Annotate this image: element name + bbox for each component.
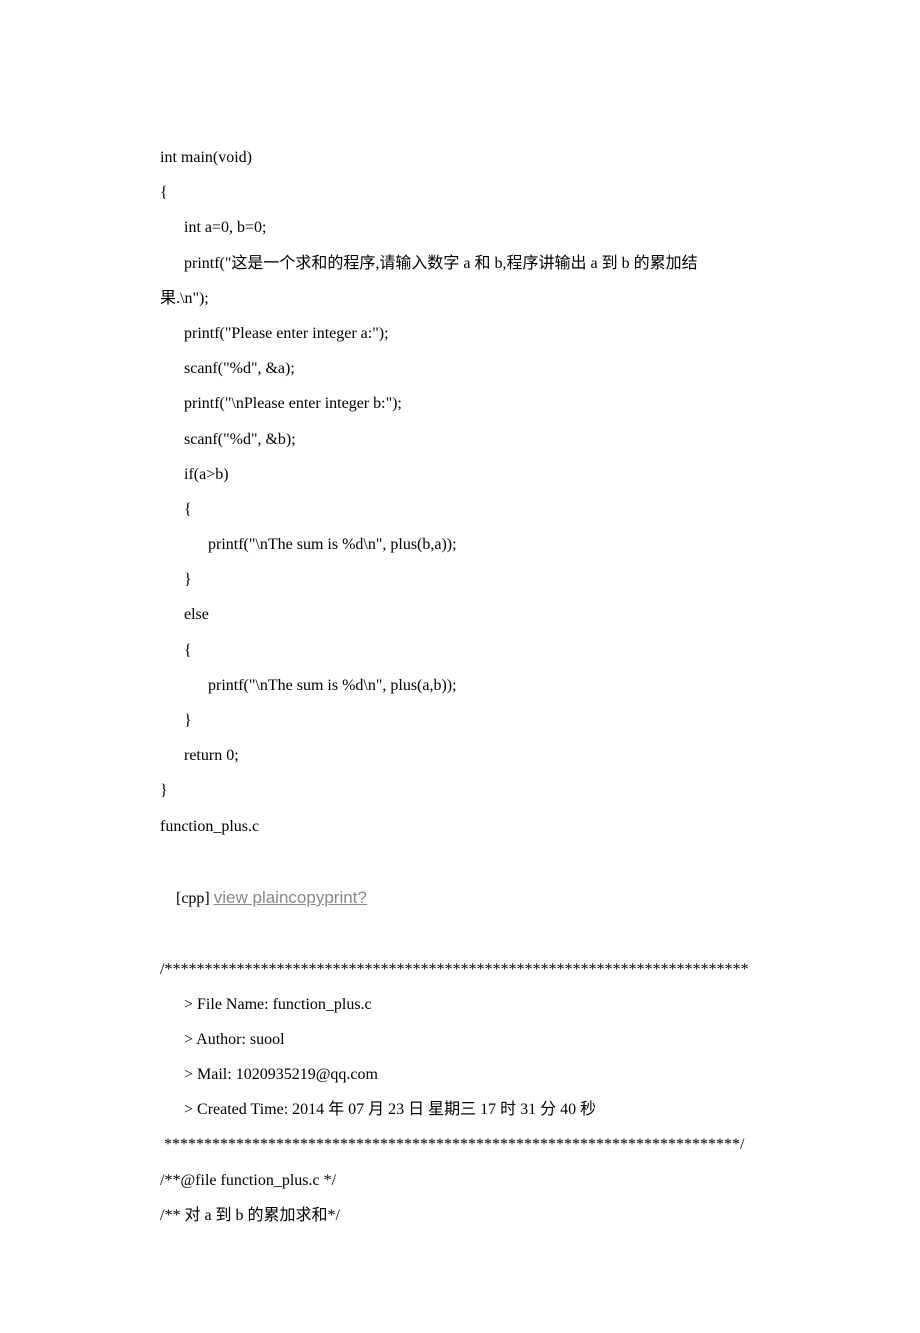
code-line: } xyxy=(160,562,760,597)
comment-file-name: > File Name: function_plus.c xyxy=(160,987,760,1022)
cpp-tag: [cpp] xyxy=(176,890,214,907)
code-line: printf("Please enter integer a:"); xyxy=(160,316,760,351)
code-line: } xyxy=(160,773,760,808)
code-line: scanf("%d", &a); xyxy=(160,351,760,386)
code-line: int main(void) xyxy=(160,140,760,175)
code-line: printf("\nPlease enter integer b:"); xyxy=(160,386,760,421)
code-line: } xyxy=(160,703,760,738)
trailing-comment: /** 对 a 到 b 的累加求和*/ xyxy=(160,1198,760,1233)
comment-author: > Author: suool xyxy=(160,1022,760,1057)
code-line: { xyxy=(160,492,760,527)
code-line: { xyxy=(160,633,760,668)
filename-label: function_plus.c xyxy=(160,809,760,844)
code-line: printf("\nThe sum is %d\n", plus(b,a)); xyxy=(160,527,760,562)
code-line: scanf("%d", &b); xyxy=(160,422,760,457)
code-line: printf("\nThe sum is %d\n", plus(a,b)); xyxy=(160,668,760,703)
comment-close: ****************************************… xyxy=(160,1127,760,1162)
code-line-part: 果.\n"); xyxy=(160,281,760,316)
document-page: int main(void){int a=0, b=0;printf("这是一个… xyxy=(0,0,920,1333)
code-line: return 0; xyxy=(160,738,760,773)
code-line-part: printf("这是一个求和的程序,请输入数字 a 和 b,程序讲输出 a 到 … xyxy=(160,246,760,281)
code-block: int main(void){int a=0, b=0;printf("这是一个… xyxy=(160,140,760,809)
code-line: else xyxy=(160,597,760,632)
view-plain-link[interactable]: view plaincopyprint? xyxy=(214,888,367,907)
code-line: { xyxy=(160,175,760,210)
comment-open: /***************************************… xyxy=(160,952,760,987)
comment-mail: > Mail: 1020935219@qq.com xyxy=(160,1057,760,1092)
cpp-link-line: [cpp] view plaincopyprint? xyxy=(160,844,760,952)
code-line: if(a>b) xyxy=(160,457,760,492)
code-line: int a=0, b=0; xyxy=(160,210,760,245)
trailing-comment: /**@file function_plus.c */ xyxy=(160,1163,760,1198)
comment-created: > Created Time: 2014 年 07 月 23 日 星期三 17 … xyxy=(160,1092,760,1127)
